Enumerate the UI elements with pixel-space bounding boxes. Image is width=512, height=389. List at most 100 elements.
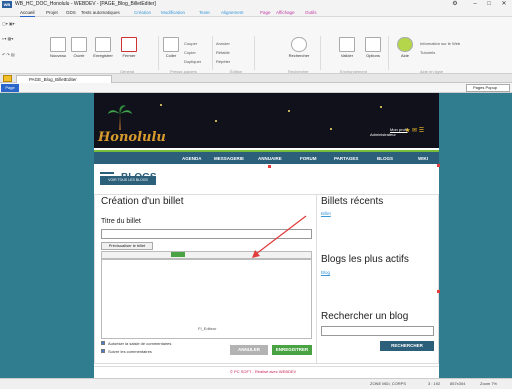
minimize-button[interactable]: – [468,0,482,9]
group-separator [388,36,389,70]
search-button[interactable]: Rechercher [282,37,316,58]
page-chip[interactable]: Page [1,84,19,92]
voir-tous-blogs-button[interactable]: VOIR TOUS LES BLOGS [100,176,156,185]
copy-button[interactable]: Copier [184,50,196,55]
undo-button[interactable]: Annuler [216,41,230,46]
tab-page-blog-billet-editer[interactable]: PAGE_Blog_BilletEditer [16,75,112,83]
recent-posts-title: Billets récents [321,196,384,207]
close-button[interactable]: ✕ [497,0,511,9]
open-button[interactable]: Ouvrir [68,37,90,58]
create-post-title: Création d'un billet [101,196,184,207]
search-blog-button[interactable]: RECHERCHER [380,341,434,351]
nav-blogs[interactable]: BLOGS [377,156,393,161]
ribbon: ▢▾ ▣▾ ◐▾ ▦▾ ↶ ↷ ▤ Nouveau Ouvrir Enregis… [0,17,512,74]
recent-post-link[interactable]: Billet [321,211,331,216]
active-blogs-title: Blogs les plus actifs [321,254,409,265]
search-blog-title: Rechercher un blog [321,311,409,322]
star-icon [288,110,290,112]
nav-messagerie[interactable]: MESSAGERIE [214,156,244,161]
quick-undo-icon[interactable]: ↶ ↷ ▤ [2,52,15,57]
menu-modification[interactable]: Modification [161,10,185,16]
help-button[interactable]: Aide [394,37,416,58]
allow-comments-checkbox[interactable] [101,341,105,345]
web-info-link[interactable]: Information sur le Web [420,41,460,46]
user-icons[interactable]: ★ ✉ ☰ [405,127,424,134]
menu-page[interactable]: Page [260,10,271,16]
group-separator [254,36,255,70]
search-icon [291,37,307,52]
validate-icon [339,37,355,52]
close-file-button[interactable]: Fermer [117,37,141,58]
save-button[interactable]: ENREGISTRER [272,345,312,355]
menu-creation[interactable]: Création [134,10,151,16]
app-logo: WB [2,1,12,8]
editor-field-label: FI_Editeur [198,326,217,331]
validate-button[interactable]: Valider [336,37,358,58]
open-folder-icon [71,37,87,52]
footer-text: © PC SOFT - Réalisé avec WEBDEV [230,369,297,374]
menu-affichage[interactable]: Affichage [276,10,295,16]
anchor-marker [437,164,440,167]
settings-icon[interactable]: ⚙ [448,0,462,9]
nav-forum[interactable]: FORUM [300,156,317,161]
menu-outils[interactable]: Outils [305,10,317,16]
site-logo[interactable]: Honolulu [98,130,166,145]
nav-partages[interactable]: PARTAGES [334,156,358,161]
save-file-button[interactable]: Enregistrer [88,37,118,58]
help-icon [397,37,413,52]
menu-projet[interactable]: Projet [46,10,58,16]
close-file-icon [121,37,137,52]
star-icon [330,128,332,130]
status-size: 857x304 [450,381,466,386]
follow-comments-label: Suivre les commentaires [108,349,152,354]
options-icon [365,37,381,52]
account-label: Mon profil Administrateur [370,127,408,137]
window-title: WB_HC_DOC_Honolulu - WEBDEV - [PAGE_Blog… [15,1,156,7]
duplicate-button[interactable]: Dupliquer [184,59,201,64]
post-title-label: Titre du billet [101,218,141,225]
blog-sidebar [316,194,437,364]
nav-agenda[interactable]: AGENDA [182,156,202,161]
star-icon [380,106,382,108]
editor-mode-tab[interactable] [171,252,185,257]
follow-comments-checkbox[interactable] [101,349,105,353]
quick-run-icon[interactable]: ◐▾ ▦▾ [2,36,13,41]
menu-alignement[interactable]: Alignement [221,10,244,16]
palm-tree-icon [108,105,132,130]
pages-popup-button[interactable]: Pages Popup [466,84,510,92]
anchor-marker [437,290,440,293]
menu-bar: Accueil Projet GDS Tests automatiques Cr… [0,9,512,17]
menu-gds[interactable]: GDS [66,10,76,16]
clipboard-icon [163,37,179,52]
editor-sub-bar [0,83,512,93]
new-button[interactable]: Nouveau [46,37,70,58]
active-blog-link[interactable]: Blog [321,270,330,275]
admin-label: Administrateur [370,132,396,137]
group-separator [320,36,321,70]
status-zone: ZONE MDI, CORPS [370,381,407,386]
repeat-button[interactable]: Répéter [216,59,230,64]
anchor-marker [268,165,271,168]
status-zoom[interactable]: Zoom 7% [480,381,497,386]
preview-post-button[interactable]: Prévisualiser le billet [101,242,153,250]
annotation-arrow [252,215,307,258]
cut-button[interactable]: Couper [184,41,197,46]
maximize-button[interactable]: □ [482,0,496,9]
page-icon [3,75,12,82]
menu-accueil[interactable]: Accueil [20,10,35,17]
redo-button[interactable]: Rétablir [216,50,230,55]
search-blog-input[interactable] [321,326,434,336]
group-separator [158,36,159,70]
cancel-button[interactable]: ANNULER [230,345,268,355]
menu-texte[interactable]: Texte [199,10,210,16]
menu-tests[interactable]: Tests automatiques [81,10,120,16]
quick-new-icon[interactable]: ▢▾ ▣▾ [2,21,15,26]
allow-comments-label: Autoriser la saisie de commentaires [108,341,172,346]
tutorials-link[interactable]: Tutoriels [420,50,435,55]
nav-wiki[interactable]: WIKI [418,156,428,161]
options-button[interactable]: Options [360,37,386,58]
nav-annuaire[interactable]: ANNUAIRE [258,156,282,161]
paste-button[interactable]: Coller [160,37,182,58]
save-icon [95,37,111,52]
status-coords: 3 : 192 [428,381,441,386]
